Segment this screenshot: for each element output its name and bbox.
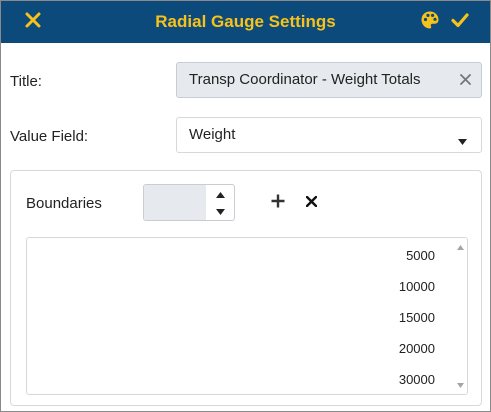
scroll-down-icon[interactable] <box>455 380 465 390</box>
plus-icon <box>271 194 285 213</box>
list-scrollbar[interactable] <box>453 238 467 394</box>
close-button[interactable] <box>21 10 45 34</box>
list-item[interactable]: 10000 <box>399 279 435 294</box>
boundary-value-input[interactable] <box>144 185 206 220</box>
boundary-value-stepper[interactable] <box>143 184 235 221</box>
palette-icon <box>420 10 440 35</box>
list-item[interactable]: 15000 <box>399 310 435 325</box>
boundaries-label: Boundaries <box>26 195 102 212</box>
confirm-button[interactable] <box>448 10 472 34</box>
add-boundary-button[interactable] <box>268 193 288 213</box>
scroll-up-icon[interactable] <box>455 242 465 252</box>
palette-button[interactable] <box>418 10 442 34</box>
check-icon <box>451 12 469 33</box>
close-icon <box>305 194 317 212</box>
value-field-select[interactable]: Weight <box>176 117 482 153</box>
chevron-down-icon <box>458 132 467 149</box>
clear-icon <box>459 72 471 89</box>
arrow-down-icon <box>215 202 225 220</box>
increment-button[interactable] <box>210 186 230 202</box>
decrement-button[interactable] <box>210 203 230 219</box>
list-item[interactable]: 5000 <box>406 248 435 263</box>
radial-gauge-settings-dialog: Radial Gauge Settings Title: Transp Coor… <box>0 0 491 412</box>
remove-boundary-button[interactable] <box>301 193 321 213</box>
arrow-up-icon <box>215 185 225 203</box>
title-input[interactable]: Transp Coordinator - Weight Totals <box>176 62 482 98</box>
value-field-selected: Weight <box>189 126 236 143</box>
boundaries-list[interactable]: 5000 10000 15000 20000 30000 <box>26 237 468 395</box>
title-label: Title: <box>10 73 42 90</box>
title-input-value: Transp Coordinator - Weight Totals <box>189 71 421 88</box>
list-item[interactable]: 20000 <box>399 341 435 356</box>
list-item[interactable]: 30000 <box>399 372 435 387</box>
value-field-label: Value Field: <box>10 128 89 145</box>
dialog-title: Radial Gauge Settings <box>155 12 336 31</box>
close-icon <box>25 12 41 33</box>
clear-title-button[interactable] <box>457 72 473 88</box>
dialog-header: Radial Gauge Settings <box>1 1 490 43</box>
